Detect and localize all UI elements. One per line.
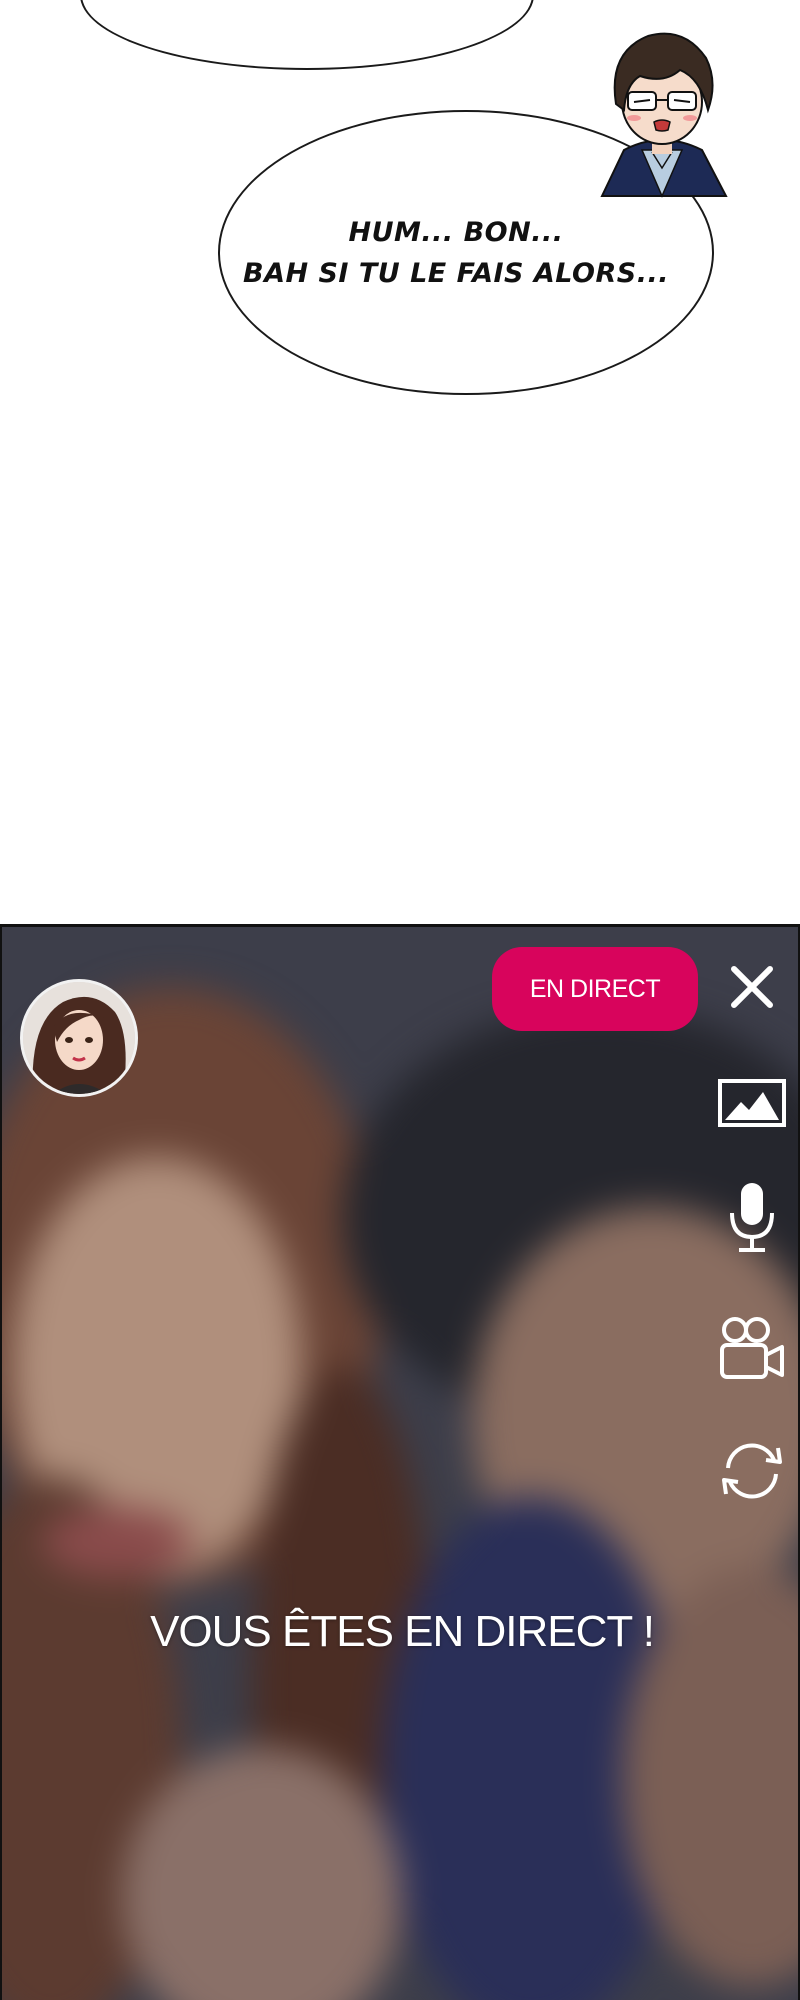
microphone-icon bbox=[730, 1183, 774, 1252]
switch-camera-icon bbox=[722, 1443, 782, 1499]
speech-line-1: HUM... BON... bbox=[348, 216, 564, 248]
close-icon bbox=[731, 966, 773, 1008]
microphone-button[interactable] bbox=[714, 1177, 790, 1257]
boy-character-illustration bbox=[600, 32, 728, 198]
blurred-background-image bbox=[2, 927, 798, 2000]
switch-camera-button[interactable] bbox=[714, 1435, 790, 1507]
close-button[interactable] bbox=[714, 951, 790, 1023]
avatar-portrait-icon bbox=[23, 982, 135, 1094]
live-status-message: VOUS ÊTES EN DIRECT ! bbox=[150, 1607, 655, 1656]
live-badge[interactable]: EN DIRECT bbox=[492, 947, 698, 1031]
speech-bubble-previous bbox=[80, 0, 534, 70]
live-stream-view: EN DIRECT VOUS ÊTES EN DIRECT ! bbox=[0, 924, 800, 2000]
video-camera-button[interactable] bbox=[714, 1311, 790, 1385]
video-camera-icon bbox=[720, 1317, 784, 1379]
image-icon bbox=[718, 1079, 786, 1127]
image-button[interactable] bbox=[714, 1073, 790, 1133]
speech-line-2: BAH SI TU LE FAIS ALORS... bbox=[242, 257, 669, 289]
streamer-avatar[interactable] bbox=[20, 979, 138, 1097]
